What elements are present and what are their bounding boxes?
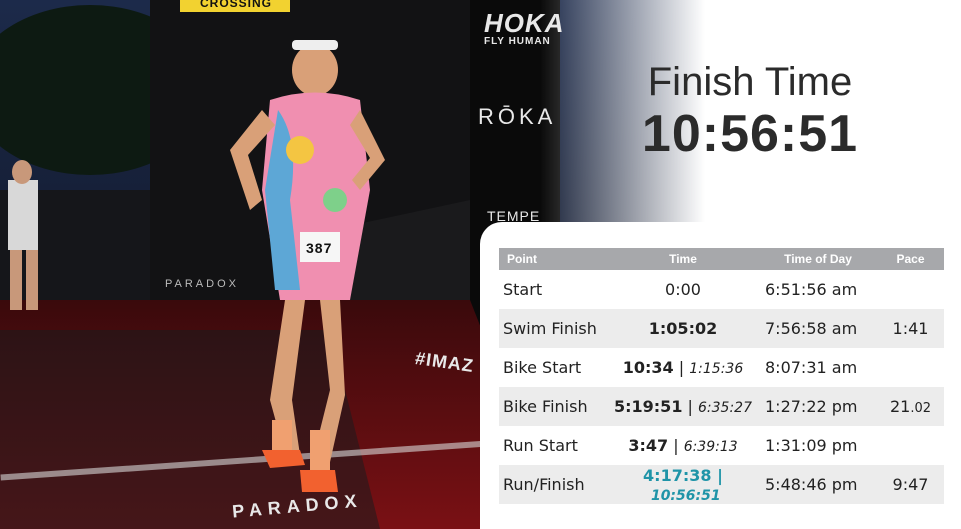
point-run-finish: Run/Finish <box>499 465 607 504</box>
point-run-start: Run Start <box>503 436 578 455</box>
time-of-day-cell: 5:48:46 pm <box>759 465 877 504</box>
pace-cell <box>877 270 944 309</box>
split-time: 3:47 <box>628 436 669 455</box>
split-time: 5:19:51 <box>613 397 683 416</box>
pace-value: 21 <box>889 397 911 416</box>
finish-time-value: 10:56:51 <box>641 105 859 163</box>
time-of-day-cell: 8:07:31 am <box>765 358 858 377</box>
table-row: Bike Start 10:34 | 1:15:36 8:07:31 am <box>499 348 944 387</box>
table-row: Run/Finish 4:17:38 | 10:56:51 5:48:46 pm… <box>499 465 944 504</box>
point-start: Start <box>503 280 543 299</box>
table-row: Swim Finish 1:05:02 7:56:58 am 1:41 <box>499 309 944 348</box>
time-cell: 3:47 | 6:39:13 <box>607 426 759 465</box>
pace-decimal: .02 <box>910 401 932 416</box>
point-bike-start: Bike Start <box>503 358 582 377</box>
separator: | <box>673 358 690 377</box>
time-cell: 5:19:51 | 6:35:27 <box>607 387 759 426</box>
barrier-brand: PARADOX <box>165 278 239 290</box>
cumulative-time: 10:56:51 <box>650 487 721 504</box>
header-time-of-day: Time of Day <box>759 248 877 270</box>
splits-card: Point Time Time of Day Pace Start 0:00 6… <box>480 222 961 529</box>
cumulative-time: 6:35:27 <box>698 400 752 416</box>
table-row: Start 0:00 6:51:56 am <box>499 270 944 309</box>
time-of-day-cell: 1:27:22 pm <box>759 387 877 426</box>
separator: | <box>668 436 684 455</box>
time-of-day-cell: 6:51:56 am <box>765 280 858 299</box>
split-time: 10:34 <box>622 358 674 377</box>
split-time: 0:00 <box>665 280 701 299</box>
time-cell: 4:17:38 | 10:56:51 <box>607 465 759 504</box>
header-time: Time <box>607 248 759 270</box>
finish-time-block: Finish Time 10:56:51 <box>580 58 920 162</box>
splits-header-row: Point Time Time of Day Pace <box>499 248 944 270</box>
splits-table: Point Time Time of Day Pace Start 0:00 6… <box>499 248 944 504</box>
finish-time-label: Finish Time <box>647 60 853 104</box>
time-cell: 1:05:02 <box>607 309 759 348</box>
pace-cell <box>877 426 944 465</box>
table-row: Run Start 3:47 | 6:39:13 1:31:09 pm <box>499 426 944 465</box>
table-row: Bike Finish 5:19:51 | 6:35:27 1:27:22 pm… <box>499 387 944 426</box>
point-bike-finish: Bike Finish <box>499 387 607 426</box>
separator: | <box>682 397 699 416</box>
pace-cell: 21.02 <box>877 387 944 426</box>
cumulative-time: 1:15:36 <box>689 361 744 377</box>
time-of-day-cell: 7:56:58 am <box>759 309 877 348</box>
header-point: Point <box>499 248 607 270</box>
time-cell: 10:34 | 1:15:36 <box>607 348 759 387</box>
time-of-day-cell: 1:31:09 pm <box>765 436 858 455</box>
split-time: 4:17:38 <box>643 465 712 485</box>
header-pace: Pace <box>877 248 944 270</box>
point-swim-finish: Swim Finish <box>499 309 607 348</box>
cumulative-time: 6:39:13 <box>683 439 738 455</box>
bib-number: 387 <box>306 240 333 256</box>
pace-cell <box>877 348 944 387</box>
split-time: 1:05:02 <box>648 319 718 338</box>
pace-cell: 1:41 <box>877 309 944 348</box>
time-cell: 0:00 <box>607 270 759 309</box>
banner-text: CROSSING <box>200 0 273 10</box>
pace-cell: 9:47 <box>877 465 944 504</box>
